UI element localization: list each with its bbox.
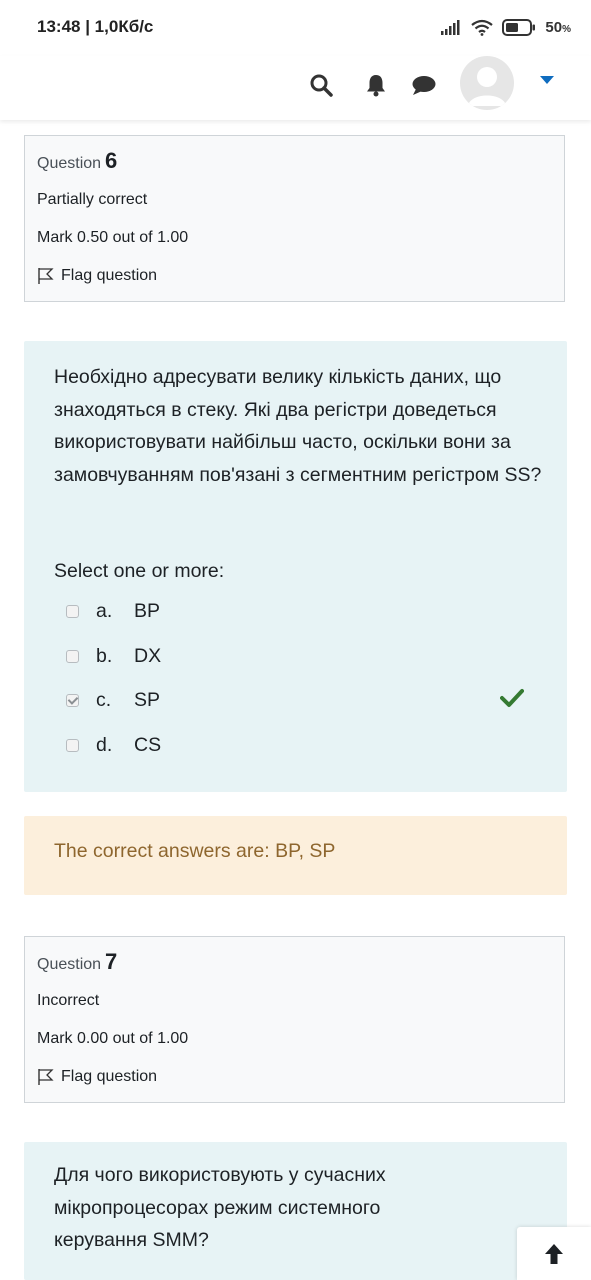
correct-check-icon [500,688,524,713]
search-icon[interactable] [304,68,338,102]
question-state: Incorrect [37,992,100,1009]
question-mark: Mark 0.00 out of 1.00 [37,1030,189,1047]
answer-prompt: Select one or more: [54,560,225,582]
question-info: Question 7 Incorrect Mark 0.00 out of 1.0… [24,936,565,1103]
answer-option[interactable]: a. BP [66,598,160,624]
status-time: 13:48 | 1,0Кб/с [37,17,154,36]
question-state: Partially correct [37,191,148,208]
question-mark: Mark 0.50 out of 1.00 [37,229,189,246]
back-to-top-button[interactable] [517,1227,591,1280]
status-bar: 13:48 | 1,0Кб/с 50% [0,0,591,56]
battery-level: 50% [545,18,571,36]
user-avatar[interactable] [460,56,514,110]
navbar [0,56,591,120]
wifi-icon [471,19,494,36]
flag-question-link[interactable]: Flag question [37,1068,157,1086]
correct-answer-feedback: The correct answers are: BP, SP [24,816,567,895]
answer-option[interactable]: d. CS [66,732,161,758]
signal-icon [441,20,460,35]
checkbox-checked[interactable] [66,693,79,707]
answer-option[interactable]: c. SP [66,687,160,713]
chevron-down-icon[interactable] [540,76,554,84]
question-text: Для чого використовують у сучасних мікро… [54,1164,386,1251]
flag-question-link[interactable]: Flag question [37,267,157,285]
bell-icon[interactable] [359,68,393,102]
battery-icon [502,18,536,36]
question-number: Question 6 [37,148,118,173]
question-info: Question 6 Partially correct Mark 0.50 ou… [24,135,565,302]
answer-option[interactable]: b. DX [66,643,161,669]
question-number: Question 7 [37,949,118,974]
chat-icon[interactable] [407,68,441,102]
checkbox[interactable] [66,649,79,663]
question-content: Необхідно адресувати велику кількість да… [24,341,567,792]
question-text: Необхідно адресувати велику кількість да… [54,366,542,486]
checkbox[interactable] [66,604,79,618]
flag-icon [38,1069,54,1085]
flag-icon [38,268,54,284]
checkbox[interactable] [66,738,79,752]
arrow-up-icon [545,1243,563,1264]
question-content: Для чого використовують у сучасних мікро… [24,1142,567,1280]
